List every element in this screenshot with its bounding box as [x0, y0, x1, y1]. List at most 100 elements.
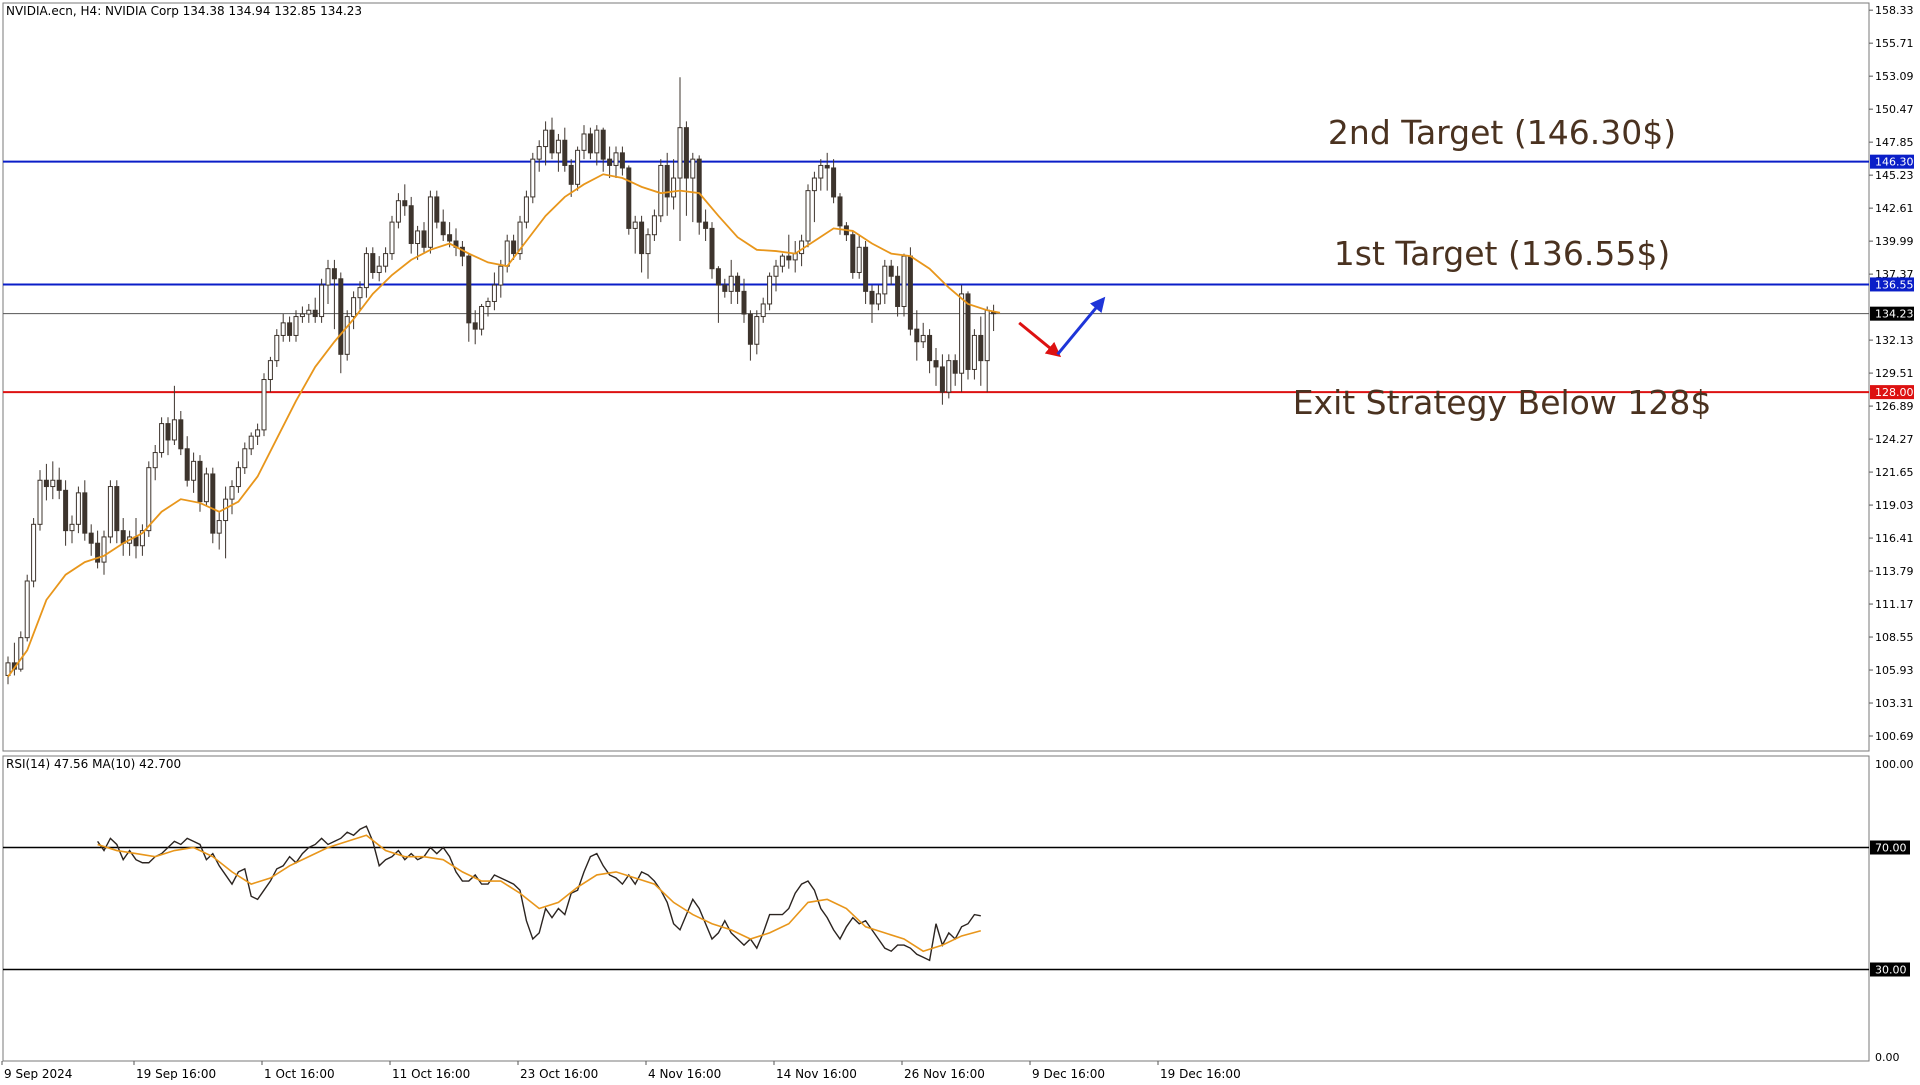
exit-strategy-annotation: Exit Strategy Below 128$ [1293, 383, 1712, 422]
candle-body-79 [511, 240, 517, 255]
candle-body-6 [43, 479, 49, 488]
candle-body-105 [677, 127, 683, 179]
candle-body-109 [703, 221, 709, 229]
candle-body-119 [767, 275, 773, 305]
candle-body-143 [920, 334, 926, 343]
level-tag-0: 146.30 [1875, 156, 1914, 169]
candle-body-113 [728, 275, 734, 292]
time-tick-label-0: 9 Sep 2024 [4, 1067, 72, 1080]
candle-body-46 [299, 313, 305, 318]
candle-body-77 [498, 265, 504, 286]
candle-body-69 [447, 234, 453, 242]
candle-body-31 [203, 473, 209, 503]
candle-body-106 [683, 127, 689, 179]
candle-body-95 [613, 152, 619, 166]
candle-body-90 [581, 133, 587, 151]
candle-body-24 [159, 423, 165, 454]
candle-body-133 [856, 246, 862, 273]
candle-body-3 [24, 580, 30, 639]
candle-body-148 [952, 360, 958, 374]
price-tick-label-9: 132.13 [1875, 334, 1914, 347]
candle-body-50 [325, 268, 331, 286]
candle-body-130 [837, 196, 843, 227]
candle-body-146 [939, 366, 945, 393]
candlestick-chart: NVIDIA.ecn, H4: NVIDIA Corp 134.38 134.9… [0, 0, 1920, 1081]
candle-body-134 [863, 246, 869, 292]
candle-body-140 [901, 255, 907, 307]
candle-body-67 [434, 196, 440, 223]
candle-body-76 [491, 284, 497, 302]
candle-body-100 [645, 234, 651, 255]
candle-body-56 [363, 253, 369, 289]
candle-body-47 [306, 309, 312, 315]
price-tick-label-0: 158.33 [1875, 4, 1914, 17]
candle-body-107 [690, 158, 696, 179]
candle-body-132 [850, 234, 856, 273]
candle-body-91 [587, 133, 593, 154]
candle-body-114 [735, 275, 741, 292]
candle-body-5 [37, 479, 43, 525]
candle-body-74 [479, 305, 485, 330]
candle-body-54 [351, 297, 357, 318]
candle-body-2 [18, 637, 24, 670]
candle-body-111 [715, 268, 721, 286]
time-tick-label-3: 11 Oct 16:00 [392, 1067, 470, 1080]
candle-body-37 [242, 448, 248, 469]
symbol-header: NVIDIA.ecn, H4: NVIDIA Corp 134.38 134.9… [6, 4, 362, 18]
candle-body-13 [88, 532, 94, 544]
chart-root: NVIDIA.ecn, H4: NVIDIA Corp 134.38 134.9… [0, 0, 1920, 1081]
candle-body-58 [376, 265, 382, 273]
candle-body-52 [338, 278, 344, 355]
candle-body-62 [402, 200, 408, 207]
price-tick-label-1: 155.71 [1875, 37, 1914, 50]
candle-body-10 [69, 523, 75, 532]
candle-body-123 [792, 253, 798, 261]
candle-body-64 [415, 230, 421, 245]
price-axis: 158.33 155.71 153.09 150.47 147.85 145.23 142.… [1869, 4, 1914, 743]
candle-body-120 [773, 265, 779, 277]
candle-body-86 [555, 139, 561, 154]
time-tick-label-6: 14 Nov 16:00 [776, 1067, 857, 1080]
price-tick-label-15: 116.41 [1875, 532, 1914, 545]
price-tick-label-12: 124.27 [1875, 433, 1914, 446]
candle-body-44 [287, 322, 293, 336]
second-target-annotation: 2nd Target (146.30$) [1328, 113, 1676, 152]
candle-body-73 [472, 322, 478, 330]
candle-body-139 [895, 275, 901, 307]
candle-body-40 [261, 379, 267, 431]
candle-body-49 [319, 284, 325, 318]
candle-body-112 [722, 284, 728, 292]
price-tick-label-17: 111.17 [1875, 598, 1914, 611]
price-tick-label-16: 113.79 [1875, 565, 1914, 578]
price-tick-label-6: 142.61 [1875, 202, 1914, 215]
candle-body-16 [107, 486, 113, 538]
candle-body-72 [466, 255, 472, 324]
level-tag-1: 136.55 [1875, 278, 1914, 291]
time-tick-label-5: 4 Nov 16:00 [648, 1067, 721, 1080]
price-tick-label-5: 145.23 [1875, 169, 1914, 182]
candle-body-108 [696, 158, 702, 223]
candle-body-17 [114, 486, 120, 532]
price-tick-label-11: 126.89 [1875, 400, 1914, 413]
candle-body-51 [331, 268, 337, 280]
candle-body-30 [197, 460, 203, 503]
candle-body-4 [31, 523, 37, 582]
candle-body-98 [632, 221, 638, 229]
candle-body-75 [485, 300, 491, 307]
rsi-tick-label-3: 0.00 [1875, 1051, 1900, 1064]
candle-body-96 [619, 152, 625, 169]
candle-body-82 [530, 158, 536, 198]
candle-body-39 [255, 429, 261, 437]
candle-body-35 [229, 486, 235, 500]
rsi-tick-label-2: 30.00 [1875, 964, 1907, 977]
candle-body-22 [146, 467, 152, 532]
candle-body-27 [178, 419, 184, 450]
candle-body-43 [280, 322, 286, 336]
price-tick-label-10: 129.51 [1875, 367, 1914, 380]
candle-body-42 [274, 334, 280, 362]
candle-body-38 [248, 435, 254, 450]
candle-body-88 [568, 164, 574, 185]
candle-body-118 [760, 303, 766, 318]
candle-body-116 [747, 313, 753, 345]
candle-body-99 [639, 221, 645, 255]
